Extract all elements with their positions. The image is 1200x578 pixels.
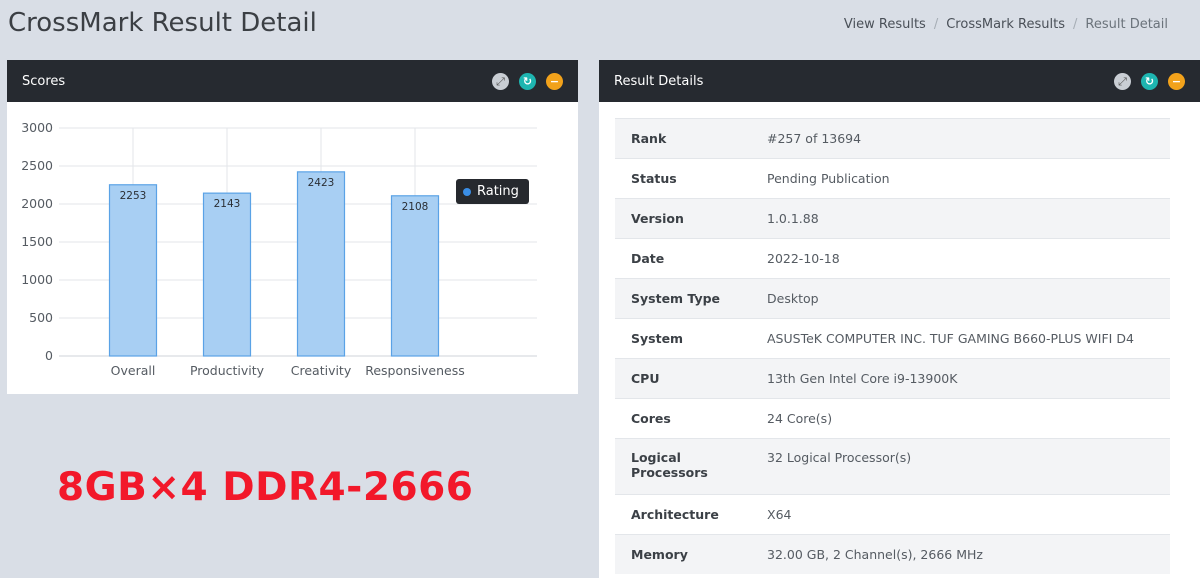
breadcrumb-separator: / — [1073, 17, 1078, 32]
page-title: CrossMark Result Detail — [8, 8, 317, 38]
row-label: Logical Processors — [615, 438, 751, 495]
scores-panel-tools: ⤢ ↻ − — [492, 72, 563, 90]
scores-chart: 0 500 1000 1500 2000 2500 3000 2253 Overall 2143 P… — [7, 102, 578, 394]
expand-icon[interactable]: ⤢ — [1114, 72, 1131, 90]
bar-productivity — [202, 192, 252, 357]
breadcrumb: View Results / CrossMark Results / Resul… — [844, 17, 1168, 32]
bar-value-label: 2423 — [308, 177, 335, 189]
details-row-cpu: CPU 13th Gen Intel Core i9-13900K — [615, 358, 1170, 399]
row-value: 24 Core(s) — [751, 398, 1170, 439]
row-label: Cores — [615, 398, 751, 439]
details-panel-tools: ⤢ ↻ − — [1114, 72, 1185, 90]
row-value: 1.0.1.88 — [751, 198, 1170, 239]
y-tick-label: 2500 — [21, 158, 53, 173]
details-row-architecture: Architecture X64 — [615, 494, 1170, 535]
row-value: ASUSTeK COMPUTER INC. TUF GAMING B660-PL… — [751, 318, 1170, 359]
row-label: Memory — [615, 534, 751, 574]
scores-panel: Scores ⤢ ↻ − 0 500 1000 1500 2000 2500 3000 225… — [7, 60, 578, 394]
bar-responsiveness — [390, 195, 440, 357]
collapse-icon[interactable]: − — [1168, 72, 1185, 90]
bar-creativity — [296, 171, 346, 357]
reload-icon[interactable]: ↻ — [1141, 72, 1158, 90]
details-row-logical-processors: Logical Processors 32 Logical Processor(… — [615, 438, 1170, 495]
y-tick-label: 500 — [29, 310, 53, 325]
memory-annotation: 8GB×4 DDR4-2666 — [57, 465, 474, 510]
y-tick-label: 2000 — [21, 196, 53, 211]
row-label: Rank — [615, 118, 751, 159]
row-value: #257 of 13694 — [751, 118, 1170, 159]
x-tick-label: Productivity — [190, 363, 265, 378]
bar-value-label: 2253 — [120, 190, 147, 202]
row-value: 13th Gen Intel Core i9-13900K — [751, 358, 1170, 399]
legend-dot-icon — [463, 187, 471, 196]
row-label: Architecture — [615, 494, 751, 535]
x-tick-label: Overall — [111, 363, 156, 378]
collapse-icon[interactable]: − — [546, 72, 563, 90]
expand-icon[interactable]: ⤢ — [492, 72, 509, 90]
breadcrumb-separator: / — [933, 17, 939, 32]
details-table: Rank #257 of 13694 Status Pending Public… — [615, 118, 1170, 574]
y-tick-label: 0 — [45, 348, 53, 363]
details-row-system: System ASUSTeK COMPUTER INC. TUF GAMING … — [615, 318, 1170, 359]
details-row-status: Status Pending Publication — [615, 158, 1170, 199]
breadcrumb-view-results[interactable]: View Results — [844, 17, 926, 32]
scores-chart-svg: 0 500 1000 1500 2000 2500 3000 2253 Overall 2143 P… — [21, 120, 537, 378]
details-panel-title: Result Details — [614, 73, 704, 89]
row-label: System — [615, 318, 751, 359]
row-label: Status — [615, 158, 751, 199]
scores-panel-title: Scores — [22, 73, 66, 89]
row-label: CPU — [615, 358, 751, 399]
details-row-cores: Cores 24 Core(s) — [615, 398, 1170, 439]
bar-overall — [108, 184, 158, 357]
row-label: Version — [615, 198, 751, 239]
details-row-date: Date 2022-10-18 — [615, 238, 1170, 279]
x-tick-label: Creativity — [291, 363, 352, 378]
row-value: Desktop — [751, 278, 1170, 319]
x-tick-label: Responsiveness — [365, 363, 465, 378]
status-value: Pending Publication — [751, 158, 1170, 199]
row-value: 32.00 GB, 2 Channel(s), 2666 MHz — [751, 534, 1170, 574]
reload-icon[interactable]: ↻ — [519, 72, 536, 90]
row-value: 32 Logical Processor(s) — [751, 438, 1170, 495]
breadcrumb-result-detail: Result Detail — [1085, 17, 1168, 32]
chart-legend[interactable]: Rating — [456, 179, 529, 204]
details-row-rank: Rank #257 of 13694 — [615, 118, 1170, 159]
row-value: 2022-10-18 — [751, 238, 1170, 279]
legend-label: Rating — [477, 184, 519, 199]
y-tick-label: 1000 — [21, 272, 53, 287]
row-label: Date — [615, 238, 751, 279]
breadcrumb-crossmark-results[interactable]: CrossMark Results — [946, 17, 1065, 32]
row-value: X64 — [751, 494, 1170, 535]
scores-panel-header: Scores ⤢ ↻ − — [7, 60, 578, 102]
y-tick-label: 1500 — [21, 234, 53, 249]
details-row-memory: Memory 32.00 GB, 2 Channel(s), 2666 MHz — [615, 534, 1170, 574]
bar-value-label: 2108 — [402, 201, 429, 213]
row-label: System Type — [615, 278, 751, 319]
details-panel-header: Result Details ⤢ ↻ − — [599, 60, 1200, 102]
result-details-panel: Result Details ⤢ ↻ − Rank #257 of 13694 … — [599, 60, 1200, 578]
details-row-version: Version 1.0.1.88 — [615, 198, 1170, 239]
y-tick-label: 3000 — [21, 120, 53, 135]
details-row-system-type: System Type Desktop — [615, 278, 1170, 319]
bar-value-label: 2143 — [214, 198, 241, 210]
